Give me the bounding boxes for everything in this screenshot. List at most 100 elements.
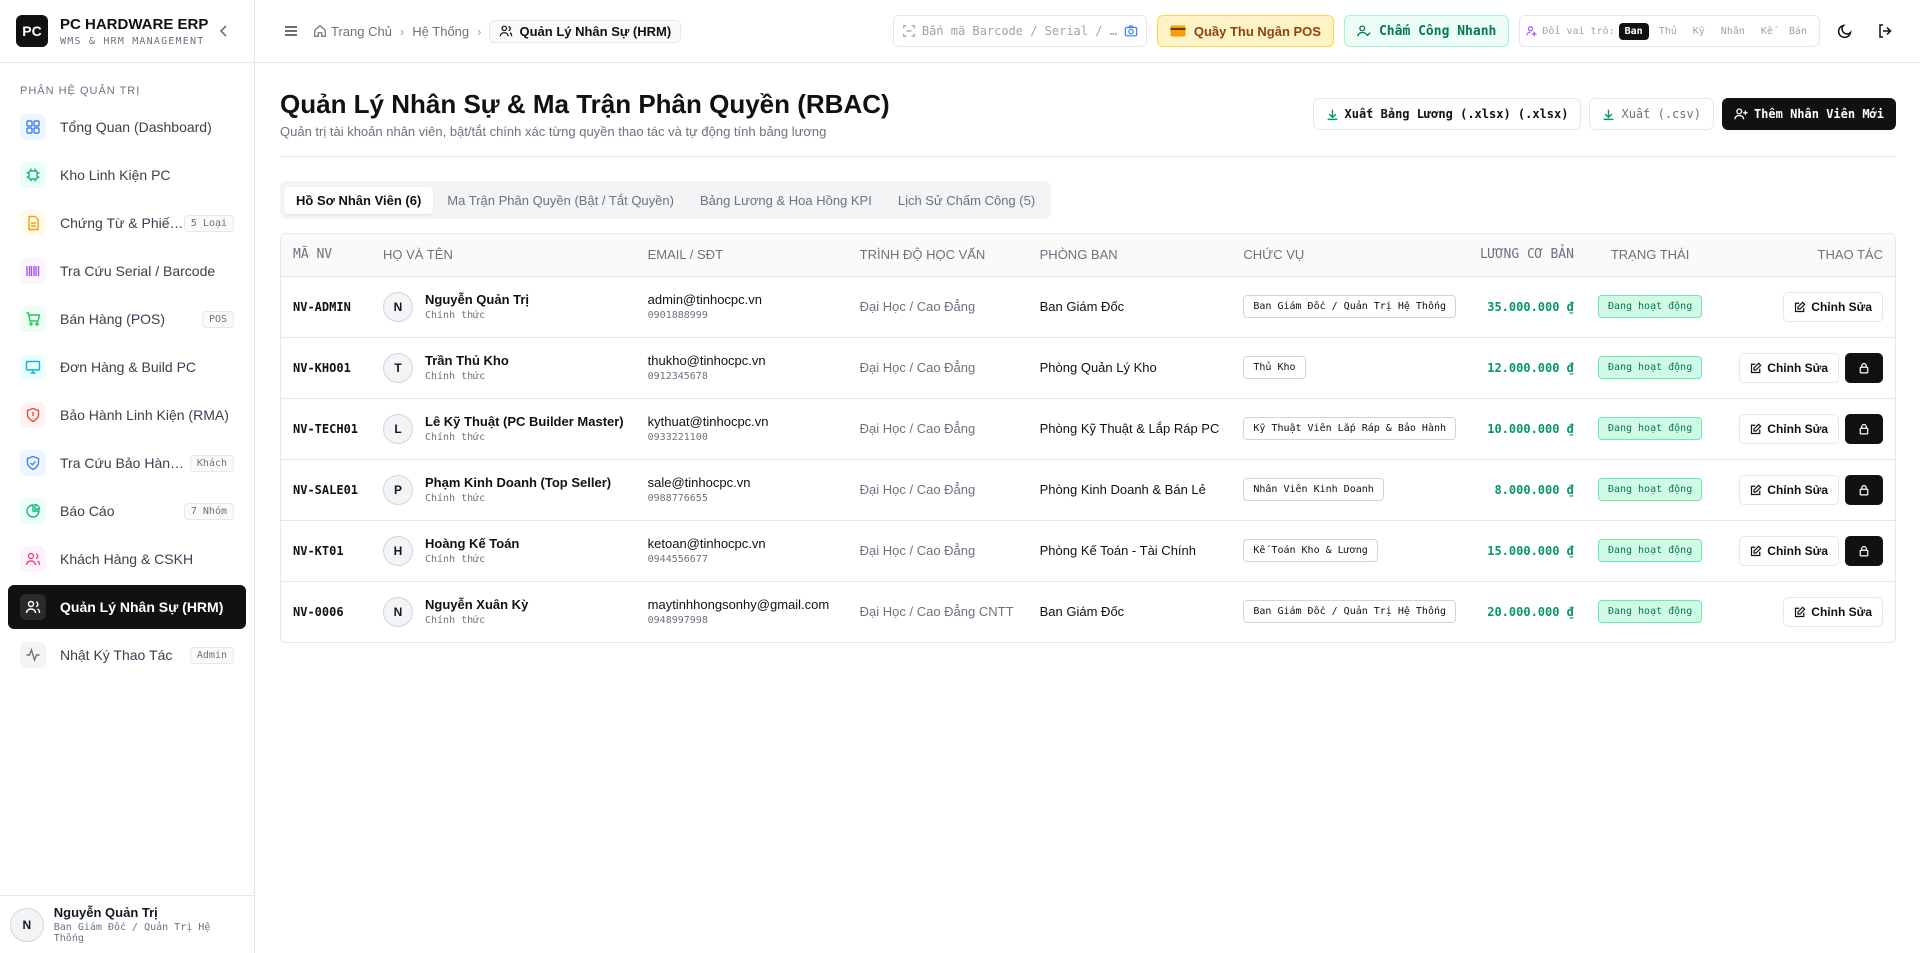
- sidebar-item-badge: POS: [201, 310, 234, 328]
- employee-phone: 0988776655: [647, 493, 708, 504]
- employee-name: Nguyễn Quản Trị: [425, 292, 530, 307]
- tab[interactable]: Bảng Lương & Hoa Hồng KPI: [688, 187, 884, 214]
- employee-name-cell: N Nguyễn Xuân Kỳ Chính thức: [371, 581, 636, 642]
- position-cell: Kế Toán Kho & Lương: [1231, 520, 1468, 581]
- sidebar-item[interactable]: Bán Hàng (POS) POS: [8, 297, 246, 341]
- avatar: P: [383, 474, 413, 505]
- employee-name: Lê Kỹ Thuật (PC Builder Master): [425, 414, 624, 429]
- edit-button[interactable]: Chỉnh Sửa: [1739, 413, 1839, 444]
- avatar: L: [383, 413, 413, 444]
- employee-email: ketoan@tinhocpc.vn: [647, 536, 766, 551]
- tab[interactable]: Hồ Sơ Nhân Viên (6): [284, 186, 434, 214]
- col-name[interactable]: HỌ VÀ TÊN: [371, 234, 636, 277]
- edit-button[interactable]: Chỉnh Sửa: [1739, 535, 1839, 566]
- col-code[interactable]: MÃ NV: [281, 234, 371, 277]
- col-status[interactable]: TRẠNG THÁI: [1585, 234, 1715, 277]
- export-csv-button[interactable]: Xuất (.csv): [1589, 98, 1714, 130]
- table-row[interactable]: NV-ADMIN N Nguyễn Quản Trị Chính thức ad…: [281, 276, 1895, 337]
- sidebar-item-label: Tra Cứu Bảo Hành ...: [60, 455, 190, 471]
- breadcrumb-home[interactable]: Trang Chủ: [331, 24, 392, 39]
- breadcrumb-separator: ›: [477, 23, 482, 39]
- sidebar-item-label: Bán Hàng (POS): [60, 311, 166, 327]
- pos-button-label: Quầy Thu Ngân POS: [1193, 23, 1321, 39]
- role-option[interactable]: Kế: [1755, 23, 1779, 40]
- employee-education: Đại Học / Cao Đẳng: [859, 360, 976, 375]
- sidebar-item[interactable]: Báo Cáo 7 Nhóm: [8, 489, 246, 533]
- role-option[interactable]: Ban: [1618, 22, 1649, 40]
- sidebar-item[interactable]: Tra Cứu Serial / Barcode: [8, 249, 246, 293]
- sidebar-user[interactable]: N Nguyễn Quản Trị Ban Giám Đốc / Quản Tr…: [0, 895, 255, 953]
- employee-name-cell: H Hoàng Kế Toán Chính thức: [371, 520, 636, 581]
- edit-button[interactable]: Chỉnh Sửa: [1783, 291, 1883, 322]
- edit-button[interactable]: Chỉnh Sửa: [1739, 474, 1839, 505]
- lock-account-button[interactable]: [1845, 474, 1883, 505]
- table-row[interactable]: NV-SALE01 P Phạm Kinh Doanh (Top Seller)…: [281, 459, 1895, 520]
- brand-logo[interactable]: PC: [16, 15, 48, 47]
- actions-cell: Chỉnh Sửa: [1714, 337, 1895, 398]
- edit-button[interactable]: Chỉnh Sửa: [1739, 352, 1839, 383]
- role-option[interactable]: Nhân: [1715, 23, 1751, 40]
- lock-account-button[interactable]: [1845, 352, 1883, 383]
- col-department[interactable]: PHÒNG BAN: [1027, 234, 1232, 277]
- employee-education: Đại Học / Cao Đẳng: [859, 482, 976, 497]
- role-options: Ban Thủ Kỹ Nhân Kế Bán: [1618, 22, 1813, 40]
- contact-cell: sale@tinhocpc.vn 0988776655: [636, 459, 848, 520]
- sidebar-item-label: Tổng Quan (Dashboard): [60, 119, 212, 135]
- status-badge: Đang hoạt động: [1597, 417, 1703, 440]
- employee-name: Nguyễn Xuân Kỳ: [425, 597, 529, 613]
- col-salary[interactable]: LƯƠNG CƠ BẢN: [1468, 234, 1586, 277]
- employee-phone: 0901888999: [647, 310, 708, 321]
- role-switcher: Đổi vai trò: Ban Thủ Kỹ Nhân Kế Bán: [1519, 15, 1820, 47]
- menu-icon[interactable]: [283, 23, 299, 39]
- sidebar-item[interactable]: Chứng Từ & Phiếu... 5 Loại: [8, 201, 246, 245]
- table-body: NV-ADMIN N Nguyễn Quản Trị Chính thức ad…: [281, 276, 1895, 642]
- sidebar-item-label: Chứng Từ & Phiếu...: [60, 215, 184, 231]
- breadcrumb-system[interactable]: Hệ Thống: [412, 24, 469, 39]
- sidebar-item[interactable]: Kho Linh Kiện PC: [8, 153, 246, 197]
- tab[interactable]: Ma Trận Phân Quyền (Bật / Tắt Quyền): [435, 187, 686, 214]
- employee-type: Chính thức: [425, 493, 486, 504]
- table-row[interactable]: NV-KT01 H Hoàng Kế Toán Chính thức ketoa…: [281, 520, 1895, 581]
- table-row[interactable]: NV-TECH01 L Lê Kỹ Thuật (PC Builder Mast…: [281, 398, 1895, 459]
- edit-button[interactable]: Chỉnh Sửa: [1783, 596, 1883, 627]
- sidebar-item[interactable]: Tra Cứu Bảo Hành ... Khách: [8, 441, 246, 485]
- role-option[interactable]: Kỹ: [1687, 23, 1711, 40]
- col-education[interactable]: TRÌNH ĐỘ HỌC VẤN: [847, 234, 1028, 277]
- lock-account-button[interactable]: [1845, 413, 1883, 444]
- sidebar-item[interactable]: Khách Hàng & CSKH: [8, 537, 246, 581]
- position-tag: Kỹ Thuật Viên Lắp Ráp & Bảo Hành: [1243, 417, 1457, 440]
- quick-checkin-button[interactable]: Chấm Công Nhanh: [1343, 15, 1510, 47]
- export-xlsx-button[interactable]: Xuất Bảng Lương (.xlsx) (.xlsx): [1312, 98, 1582, 130]
- role-option[interactable]: Bán: [1783, 23, 1813, 40]
- col-position[interactable]: CHỨC VỤ: [1231, 234, 1469, 277]
- logout-button[interactable]: [1870, 16, 1900, 46]
- actions-cell: Chỉnh Sửa: [1714, 398, 1895, 459]
- employee-department: Phòng Kế Toán - Tài Chính: [1039, 543, 1196, 558]
- sidebar-item[interactable]: Nhật Ký Thao Tác Admin: [8, 633, 246, 677]
- users-icon: [20, 546, 46, 572]
- table-row[interactable]: NV-KHO01 T Trần Thủ Kho Chính thức thukh…: [281, 337, 1895, 398]
- barcode-icon: [20, 258, 46, 284]
- camera-icon[interactable]: [1124, 24, 1138, 38]
- tab[interactable]: Lịch Sử Chấm Công (5): [886, 187, 1047, 214]
- sidebar-item[interactable]: Đơn Hàng & Build PC: [8, 345, 246, 389]
- position-tag: Thủ Kho: [1243, 356, 1306, 379]
- sidebar-item[interactable]: Bảo Hành Linh Kiện (RMA): [8, 393, 246, 437]
- barcode-search-input[interactable]: Bắn mã Barcode / Serial / S...: [892, 15, 1147, 47]
- users-icon: [500, 25, 513, 37]
- sidebar-item[interactable]: Tổng Quan (Dashboard): [8, 105, 246, 149]
- theme-toggle-button[interactable]: [1830, 16, 1860, 46]
- add-employee-button[interactable]: Thêm Nhân Viên Mới: [1721, 98, 1896, 130]
- sidebar-item[interactable]: Quản Lý Nhân Sự (HRM): [8, 585, 246, 629]
- sidebar-item-label: Quản Lý Nhân Sự (HRM): [60, 599, 224, 615]
- base-salary: 35.000.000 ₫: [1487, 299, 1574, 314]
- chevron-left-icon[interactable]: [216, 23, 232, 39]
- status-badge: Đang hoạt động: [1597, 356, 1703, 379]
- position-cell: Thủ Kho: [1231, 337, 1468, 398]
- role-option[interactable]: Thủ: [1653, 23, 1683, 40]
- lock-account-button[interactable]: [1845, 535, 1883, 566]
- col-contact[interactable]: EMAIL / SĐT: [635, 234, 848, 277]
- table-row[interactable]: NV-0006 N Nguyễn Xuân Kỳ Chính thức mayt…: [281, 581, 1895, 642]
- table-header-row: MÃ NV HỌ VÀ TÊN EMAIL / SĐT TRÌNH ĐỘ HỌC…: [281, 234, 1895, 277]
- pos-button[interactable]: Quầy Thu Ngân POS: [1156, 15, 1334, 47]
